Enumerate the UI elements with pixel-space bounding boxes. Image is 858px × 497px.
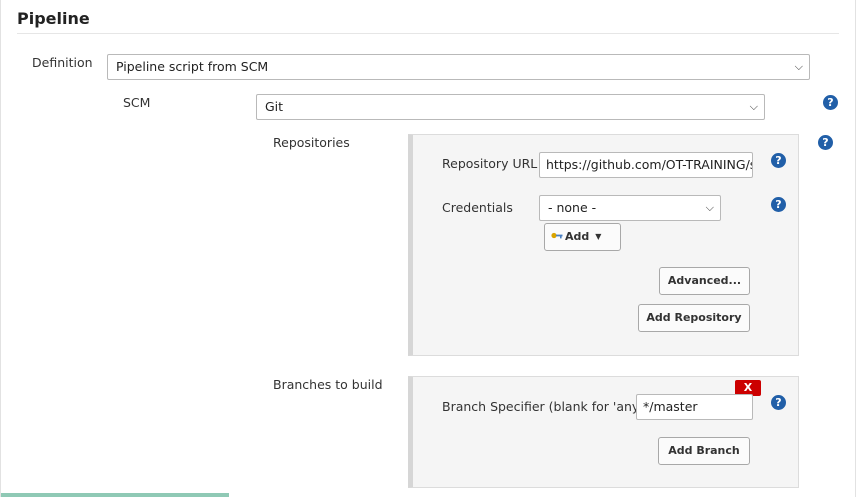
advanced-button[interactable]: Advanced... [659, 267, 750, 295]
branch-specifier-input[interactable]: */master [636, 394, 753, 420]
chevron-down-icon: ⌵ [794, 60, 803, 73]
credentials-help-icon[interactable]: ? [771, 197, 786, 212]
chevron-down-icon: ⌵ [705, 201, 714, 214]
scm-value: Git [265, 99, 284, 114]
repositories-label: Repositories [273, 135, 350, 150]
branch-specifier-value: */master [643, 399, 698, 414]
add-branch-button[interactable]: Add Branch [658, 437, 750, 465]
pipeline-section: Pipeline Definition Pipeline script from… [0, 0, 856, 497]
scm-help-icon[interactable]: ? [823, 95, 838, 110]
repository-panel: Repository URL https://github.com/OT-TRA… [408, 134, 799, 356]
section-title: Pipeline [17, 9, 90, 28]
repository-url-help-icon[interactable]: ? [771, 153, 786, 168]
repository-url-label: Repository URL [442, 156, 538, 171]
definition-value: Pipeline script from SCM [116, 59, 269, 74]
chevron-down-icon: ⌵ [749, 100, 758, 113]
scm-label: SCM [123, 95, 151, 110]
caret-down-icon: ▼ [595, 232, 602, 241]
key-icon [551, 224, 563, 250]
branches-label: Branches to build [273, 377, 383, 392]
add-repository-button[interactable]: Add Repository [638, 304, 750, 332]
credentials-value: - none - [548, 200, 597, 215]
branch-specifier-label: Branch Specifier (blank for 'any') [442, 399, 648, 414]
scm-select[interactable]: Git ⌵ [256, 94, 765, 120]
credentials-select[interactable]: - none - ⌵ [539, 195, 721, 221]
credentials-label: Credentials [442, 200, 513, 215]
repository-url-input[interactable]: https://github.com/OT-TRAINING/sp [539, 152, 753, 178]
repositories-help-icon[interactable]: ? [818, 135, 833, 150]
definition-label: Definition [32, 55, 93, 70]
branch-panel: X Branch Specifier (blank for 'any') */m… [408, 376, 799, 488]
branch-specifier-help-icon[interactable]: ? [771, 395, 786, 410]
add-credentials-label: Add [565, 230, 590, 243]
add-credentials-button[interactable]: Add ▼ [544, 223, 621, 251]
repository-url-value: https://github.com/OT-TRAINING/sp [546, 157, 753, 172]
bottom-accent-bar [1, 493, 229, 497]
title-divider [17, 33, 839, 34]
definition-select[interactable]: Pipeline script from SCM ⌵ [107, 54, 810, 80]
